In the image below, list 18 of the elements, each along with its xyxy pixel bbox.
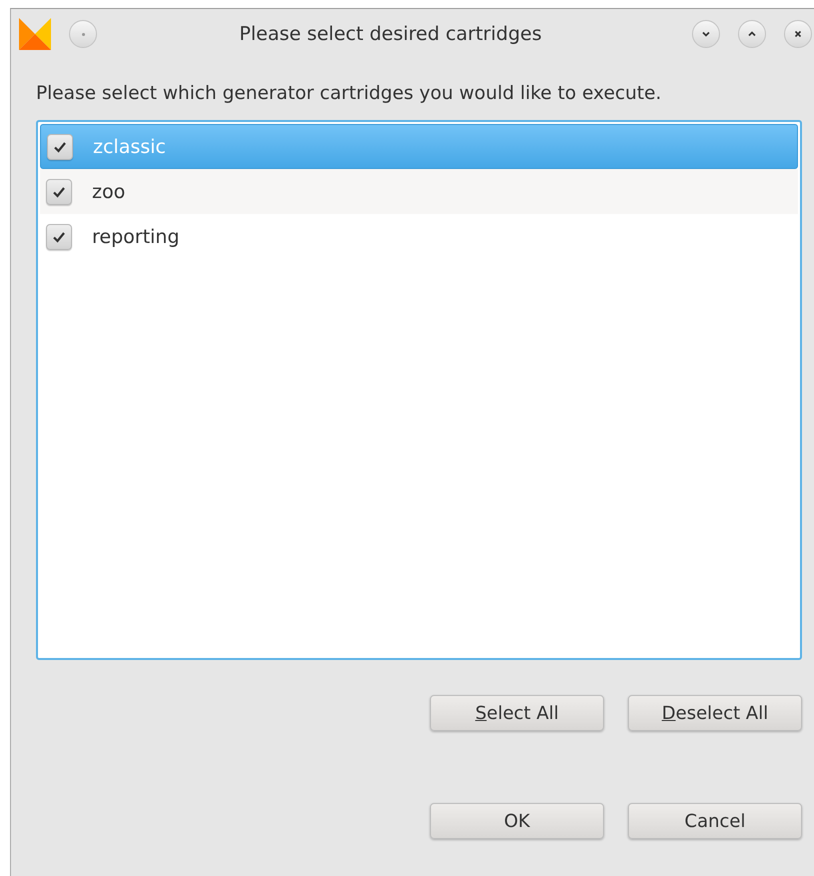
- chevron-down-icon: [701, 29, 711, 39]
- checkbox[interactable]: [46, 224, 72, 250]
- dialog-button[interactable]: OK: [430, 803, 604, 839]
- window-title: Please select desired cartridges: [238, 23, 543, 45]
- chevron-up-icon: [747, 29, 757, 39]
- cartridge-label: zoo: [92, 180, 126, 202]
- selection-button[interactable]: Select All: [430, 695, 604, 731]
- selection-button[interactable]: Deselect All: [628, 695, 802, 731]
- close-button[interactable]: [784, 20, 812, 48]
- checkbox[interactable]: [46, 178, 72, 204]
- app-logo-icon: [19, 18, 51, 50]
- dialog-button[interactable]: Cancel: [628, 803, 802, 839]
- cartridge-label: zclassic: [93, 136, 166, 158]
- cartridge-item[interactable]: zoo: [40, 169, 798, 214]
- checkbox[interactable]: [47, 134, 73, 160]
- cartridge-label: reporting: [92, 226, 180, 248]
- instruction-text: Please select which generator cartridges you would like to execute.: [36, 83, 662, 104]
- close-icon: [793, 29, 803, 39]
